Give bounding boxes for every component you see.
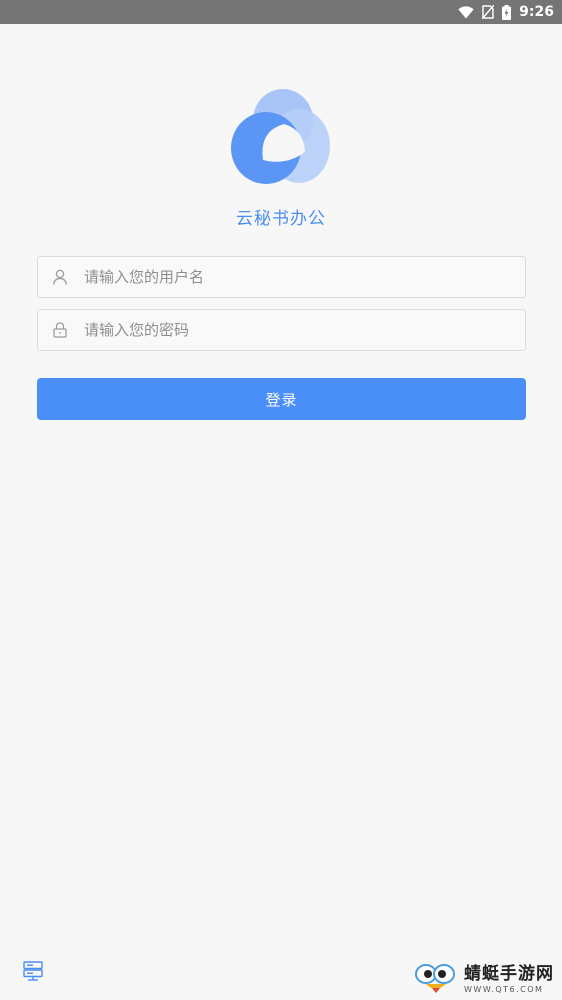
username-field[interactable] (37, 256, 526, 298)
password-input[interactable] (82, 310, 525, 350)
password-field[interactable] (37, 309, 526, 351)
no-sim-icon (482, 5, 495, 19)
app-name: 云秘书办公 (236, 209, 326, 229)
wifi-icon (458, 5, 474, 19)
server-settings-icon[interactable] (23, 961, 43, 981)
user-icon (38, 269, 82, 285)
battery-charging-icon (502, 4, 512, 20)
watermark-title: 蜻蜓手游网 (464, 964, 554, 984)
dragonfly-mascot-icon (414, 960, 460, 1000)
three-circle-logo-icon (228, 86, 334, 186)
status-time: 9:26 (519, 4, 554, 20)
username-input[interactable] (82, 257, 525, 297)
watermark-url: WWW.QT6.COM (464, 985, 544, 994)
lock-icon (38, 322, 82, 338)
login-button[interactable]: 登录 (37, 378, 526, 420)
watermark: 蜻蜓手游网 WWW.QT6.COM (414, 962, 559, 998)
status-bar: 9:26 (0, 0, 562, 24)
